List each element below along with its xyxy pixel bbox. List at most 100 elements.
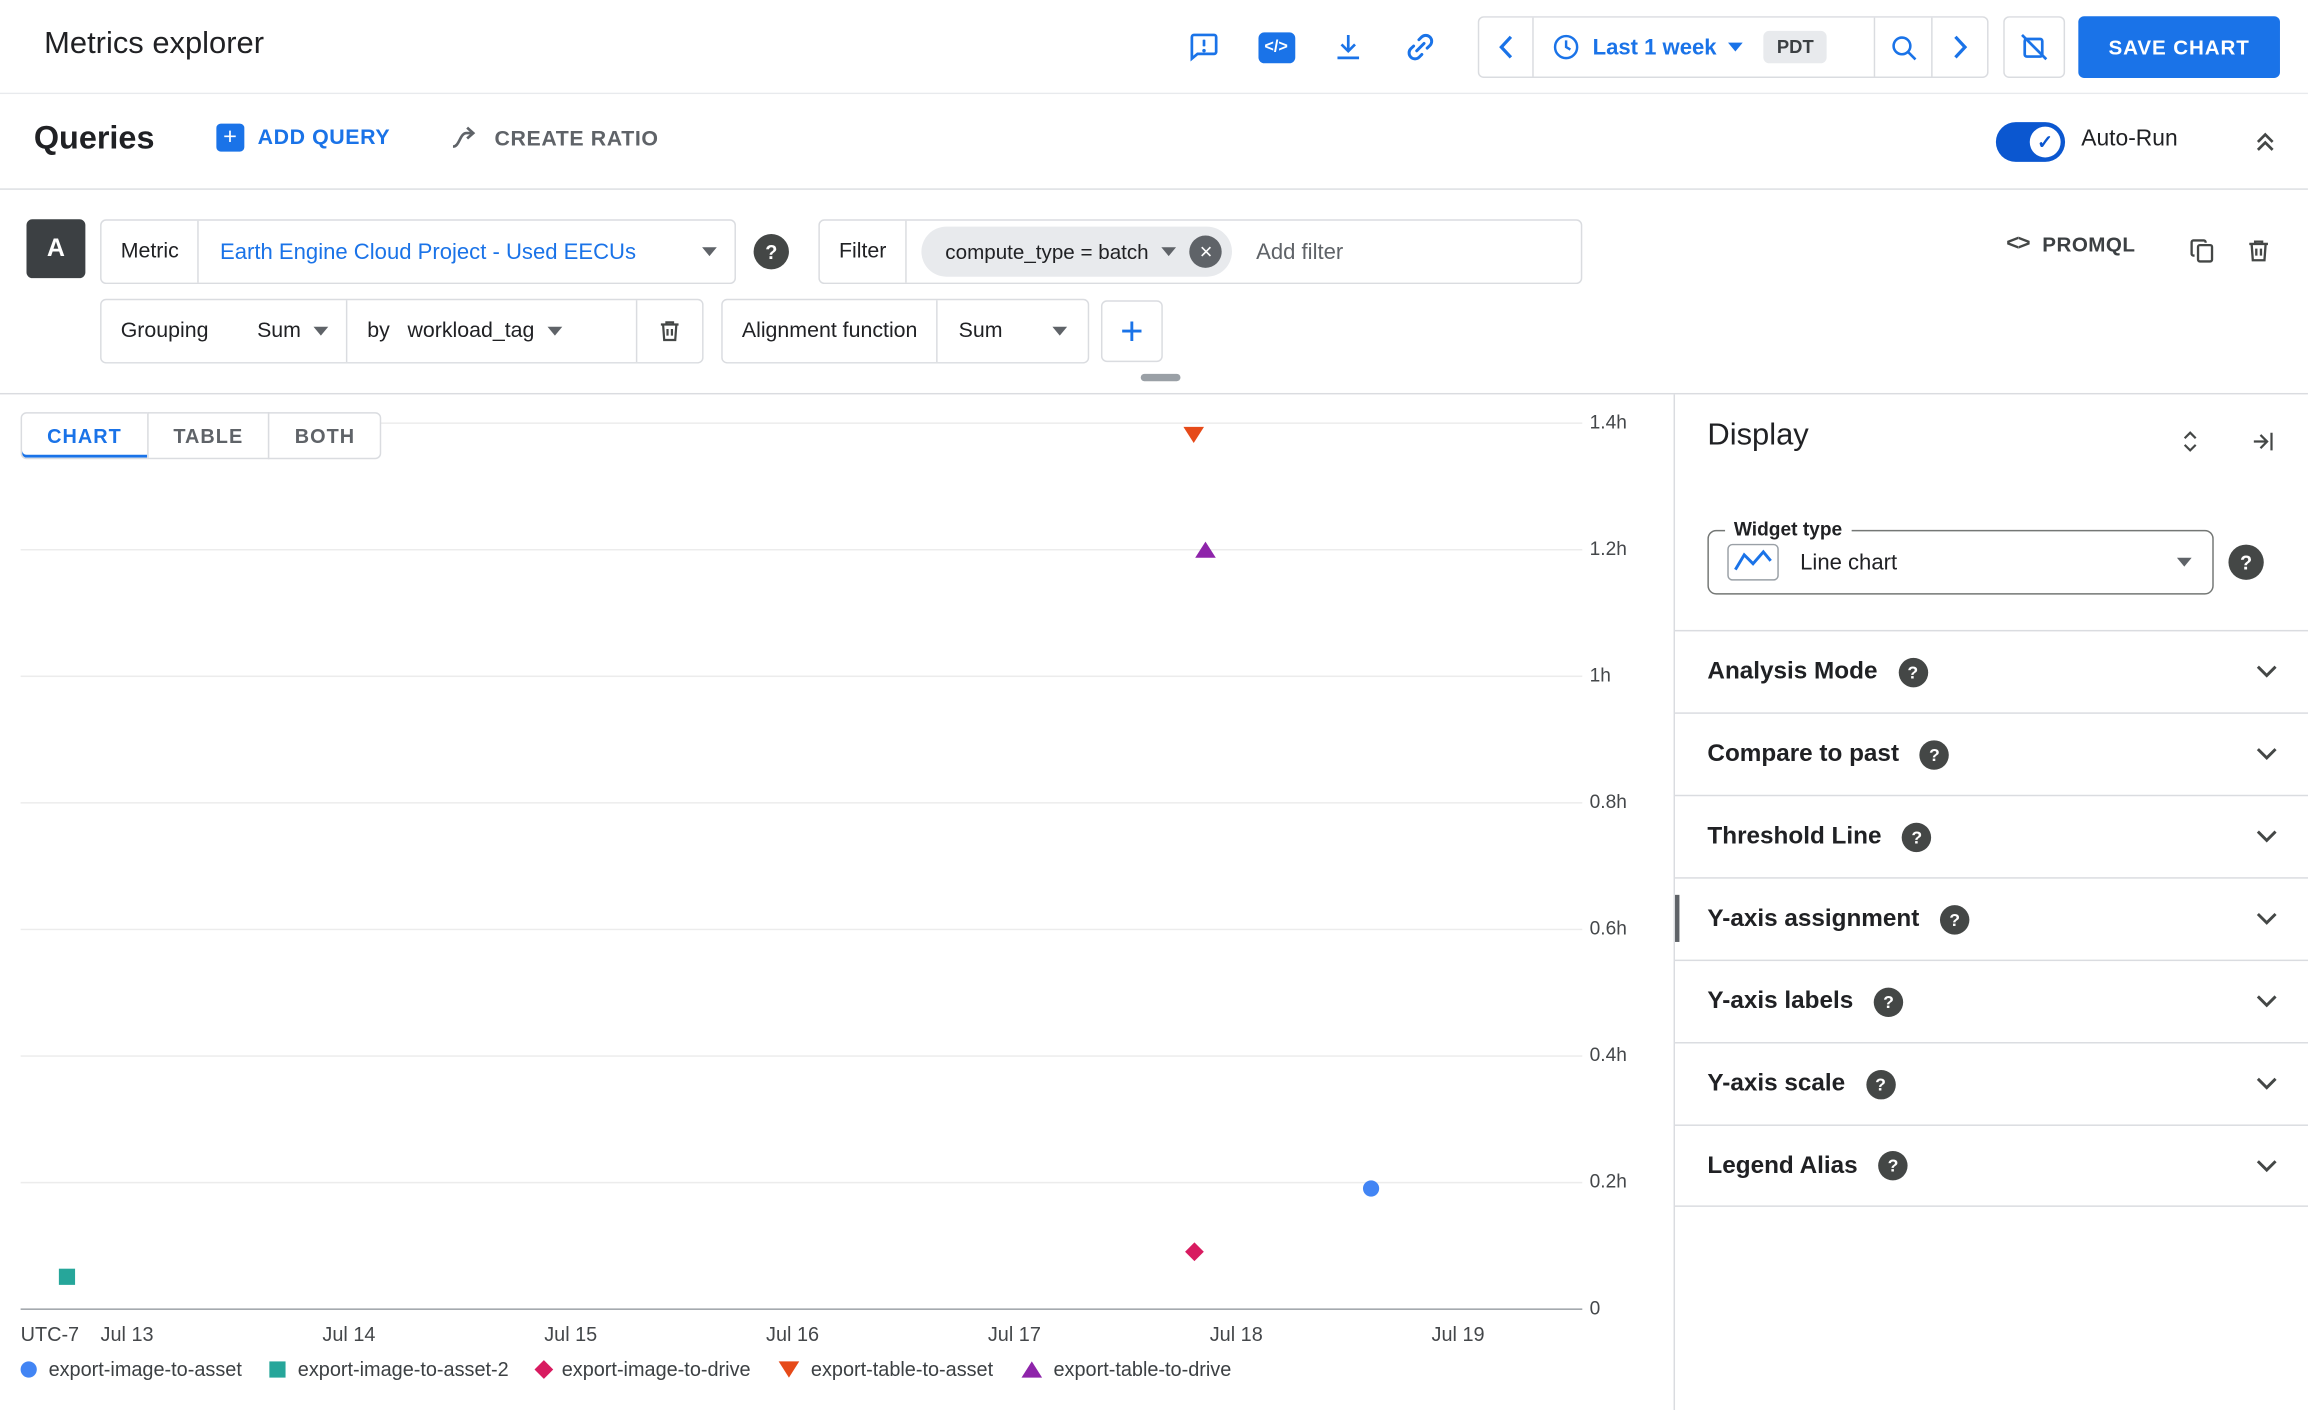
add-processing-step-button[interactable]: + [1100,300,1163,363]
display-section-analysis-mode[interactable]: Analysis Mode? [1675,629,2308,713]
remove-grouping-button[interactable] [637,300,702,362]
display-section-y-axis-scale[interactable]: Y-axis scale? [1675,1042,2308,1125]
filter-chip-label: compute_type = batch [945,239,1149,264]
section-help-icon[interactable]: ? [1865,1069,1896,1099]
resize-drag-handle[interactable] [1140,373,1181,382]
tab-table[interactable]: TABLE [146,412,270,460]
tab-chart[interactable]: CHART [20,412,149,460]
collapse-panel-button[interactable] [2243,421,2284,462]
legend-item-export-image-to-asset-2[interactable]: export-image-to-asset-2 [269,1358,509,1381]
widget-type-help-icon[interactable]: ? [2228,544,2264,580]
trash-icon [656,318,682,344]
promql-button[interactable]: <> PROMQL [2006,231,2135,256]
metric-help-icon[interactable]: ? [753,234,789,270]
save-chart-button[interactable]: SAVE CHART [2078,16,2280,79]
duplicate-query-button[interactable] [2180,228,2224,272]
add-query-label: ADD QUERY [257,125,391,150]
legend-item-export-table-to-asset[interactable]: export-table-to-asset [778,1358,994,1381]
chevron-down-icon[interactable] [2256,830,2277,843]
chart-legend: export-image-to-asset export-image-to-ass… [20,1358,1232,1381]
unfold-icon [2177,428,2203,454]
metric-value: Earth Engine Cloud Project - Used EECUs [220,239,637,265]
grouping-aggregator-dropdown[interactable]: Sum [228,319,301,343]
data-point-export-image-to-drive[interactable] [1184,1242,1204,1261]
time-forward-button[interactable] [1933,18,1987,77]
chevron-down-icon[interactable] [2256,912,2277,926]
group-by-dropdown[interactable]: workload_tag [407,319,534,343]
x-axis-tick-label: Jul 18 [1209,1323,1263,1346]
legend-item-export-table-to-drive[interactable]: export-table-to-drive [1021,1358,1231,1381]
metrics-explorer-page: Metrics explorer </> Last 1 week PDT SAV… [0,0,2308,1410]
display-section-y-axis-labels[interactable]: Y-axis labels? [1675,959,2308,1043]
gridline [20,1181,1583,1184]
section-title: Compare to past [1707,740,1900,767]
widget-type-dropdown[interactable]: Widget type Line chart [1707,518,2214,595]
chevron-down-icon[interactable] [2256,1077,2277,1090]
caret-down-icon [314,326,329,336]
share-link-button[interactable] [1395,22,1445,72]
alignment-control: Alignment function Sum [721,298,1090,364]
section-title: Analysis Mode [1707,657,1878,685]
view-as-code-button[interactable]: </> [1251,22,1301,72]
chevron-left-icon [1497,34,1515,60]
auto-run-toggle[interactable]: ✓ [1995,122,2066,162]
caret-down-icon [547,326,563,336]
display-section-compare-to-past[interactable]: Compare to past? [1675,712,2308,795]
time-range-dropdown[interactable]: Last 1 week PDT [1534,17,1876,77]
zoom-search-button[interactable] [1875,17,1933,77]
collapse-queries-button[interactable] [2240,116,2290,166]
panel-scrollbar-thumb[interactable] [1675,894,1680,942]
create-ratio-icon [449,124,481,156]
chevron-down-icon[interactable] [2256,1159,2277,1172]
alignment-function-dropdown[interactable]: Sum [938,319,1003,343]
data-point-export-table-to-asset[interactable] [1183,426,1205,444]
filter-clear-button[interactable]: × [1189,235,1223,268]
triangle-down-marker-icon [778,1361,800,1378]
legend-item-export-image-to-asset[interactable]: export-image-to-asset [20,1358,242,1381]
y-axis-tick-label: 1.4h [1589,410,1627,433]
filter-label: Filter [838,239,887,264]
x-axis-timezone-label: UTC-7 [20,1323,80,1346]
download-button[interactable] [1323,22,1373,72]
chevron-down-icon[interactable] [2256,748,2277,761]
auto-zoom-off-button[interactable] [2003,16,2066,79]
display-section-legend-alias[interactable]: Legend Alias? [1675,1124,2308,1207]
add-filter-input[interactable] [1256,239,1463,265]
display-section-y-axis-assignment[interactable]: Y-axis assignment? [1675,877,2308,960]
copy-icon [2188,236,2216,264]
section-help-icon[interactable]: ? [1873,986,1904,1017]
feedback-button[interactable] [1179,22,1229,72]
expand-all-sections-button[interactable] [2170,421,2211,462]
section-help-icon[interactable]: ? [1919,739,1950,770]
delete-query-button[interactable] [2236,228,2280,272]
section-help-icon[interactable]: ? [1878,1150,1908,1181]
add-box-icon: + [216,123,245,152]
zoom-off-icon [2018,31,2050,63]
filter-chip[interactable]: compute_type = batch × [921,226,1233,277]
create-ratio-button[interactable]: CREATE RATIO [449,124,659,156]
legend-label: export-table-to-asset [810,1358,994,1381]
section-help-icon[interactable]: ? [1939,904,1970,934]
link-icon [1403,29,1438,64]
add-query-button[interactable]: + ADD QUERY [216,123,391,152]
chevron-down-icon[interactable] [2256,665,2277,678]
tab-both[interactable]: BOTH [268,412,382,460]
section-help-icon[interactable]: ? [1898,657,1928,687]
by-label: by [367,319,390,343]
grouping-control: Grouping Sum by workload_tag [100,298,704,364]
data-point-export-table-to-drive[interactable] [1194,540,1216,558]
double-chevron-up-icon [2251,127,2280,156]
time-back-button[interactable] [1479,17,1534,77]
gridline [20,1055,1583,1057]
chevron-down-icon[interactable] [2256,995,2277,1008]
data-point-export-image-to-asset[interactable] [1363,1180,1380,1197]
chart-area: CHART TABLE BOTH 1.4h 1.2h 1h 0.8h 0.6h 0.4h 0… [0,394,1674,1410]
square-marker-icon [269,1361,287,1378]
data-point-export-image-to-asset-2[interactable] [59,1268,76,1285]
metric-selector[interactable]: Metric Earth Engine Cloud Project - Used… [100,219,736,285]
display-section-threshold-line[interactable]: Threshold Line? [1675,794,2308,878]
divider [905,220,908,283]
caret-down-icon [2176,557,2192,567]
section-help-icon[interactable]: ? [1902,822,1932,852]
legend-item-export-image-to-drive[interactable]: export-image-to-drive [533,1358,751,1381]
